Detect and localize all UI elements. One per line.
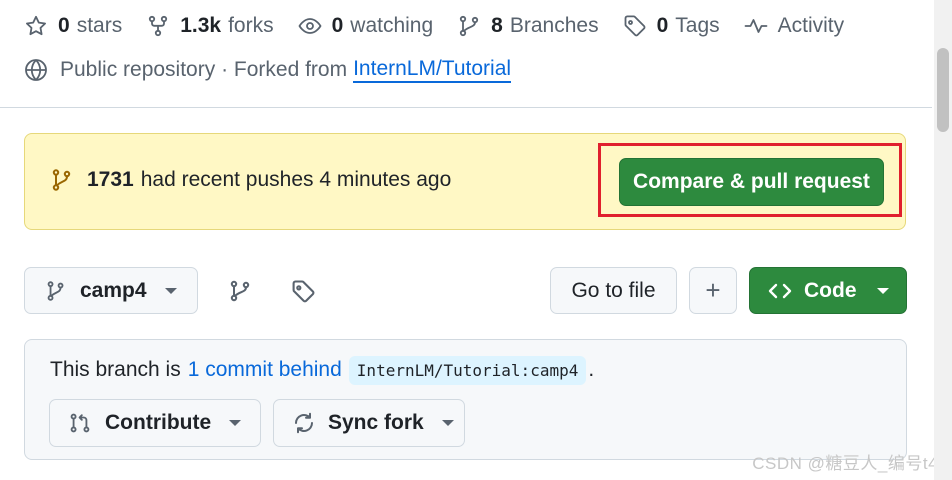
stars-label: stars: [76, 14, 123, 37]
pushed-branch-name: 1731: [87, 168, 134, 191]
forks-count: 1.3k: [180, 14, 222, 37]
pulse-icon: [744, 19, 768, 33]
watching-stat[interactable]: 0 watching: [298, 14, 434, 38]
sync-fork-label: Sync fork: [328, 411, 424, 434]
branches-label: Branches: [509, 14, 599, 37]
code-button-label: Code: [804, 278, 857, 302]
chevron-down-icon: [164, 287, 177, 294]
activity-label: Activity: [777, 14, 845, 37]
tags-count: 0: [656, 14, 669, 37]
contribute-button[interactable]: Contribute: [49, 399, 261, 447]
code-button[interactable]: Code: [749, 267, 907, 314]
branch-status-panel: This branch is 1 commit behind InternLM/…: [24, 339, 907, 460]
commits-behind-link[interactable]: 1 commit behind: [188, 358, 342, 382]
repo-visibility-row: Public repository · Forked from InternLM…: [24, 52, 512, 88]
chevron-down-icon: [441, 420, 454, 426]
current-branch-label: camp4: [80, 278, 147, 302]
branch-status-prefix: This branch is: [50, 358, 181, 381]
repo-stats-row: 0 stars 1.3k forks 0 watching 8 Branches: [24, 8, 868, 44]
compare-pull-request-button[interactable]: Compare & pull request: [619, 158, 884, 206]
forks-stat[interactable]: 1.3k forks: [146, 14, 274, 38]
activity-stat[interactable]: Activity: [744, 14, 845, 38]
sync-fork-button[interactable]: Sync fork: [273, 399, 465, 447]
tag-icon[interactable]: [291, 279, 316, 304]
branch-icon: [460, 15, 479, 37]
forks-label: forks: [228, 14, 274, 37]
watching-label: watching: [350, 14, 434, 37]
stars-count: 0: [58, 14, 70, 37]
branches-stat[interactable]: 8 Branches: [457, 14, 599, 38]
upstream-ref-badge: InternLM/Tutorial:camp4: [348, 355, 587, 385]
branches-icon[interactable]: [228, 278, 252, 304]
watermark: CSDN @糖豆人_编号t41: [752, 454, 948, 473]
chevron-down-icon: [876, 287, 889, 294]
header-divider: [0, 107, 932, 108]
watching-count: 0: [331, 14, 344, 37]
vertical-scrollbar[interactable]: [934, 0, 952, 480]
chevron-down-icon: [229, 420, 242, 426]
sync-icon: [295, 412, 313, 434]
tags-label: Tags: [675, 14, 720, 37]
forked-from-link[interactable]: InternLM/Tutorial: [353, 57, 512, 83]
plus-icon: +: [705, 275, 721, 305]
tags-stat[interactable]: 0 Tags: [623, 14, 720, 38]
star-icon: [26, 15, 46, 36]
branch-icon: [47, 280, 64, 301]
branch-selector-button[interactable]: camp4: [24, 267, 198, 314]
tag-icon: [624, 15, 645, 37]
code-icon: [768, 283, 792, 298]
scrollbar-thumb[interactable]: [937, 48, 949, 132]
branch-status-suffix: .: [588, 358, 595, 381]
visibility-text: Public repository · Forked from: [60, 58, 348, 81]
branch-behind-status: This branch is 1 commit behind InternLM/…: [50, 354, 594, 386]
globe-icon: [25, 59, 47, 81]
add-file-button[interactable]: +: [689, 267, 737, 314]
repo-page: 0 stars 1.3k forks 0 watching 8 Branches: [0, 0, 952, 480]
recent-pushes-banner: 1731 had recent pushes 4 minutes ago Com…: [24, 133, 906, 230]
pushes-text: had recent pushes 4 minutes ago: [140, 168, 452, 191]
branches-count: 8: [491, 14, 503, 37]
branch-icon: [52, 169, 71, 191]
go-to-file-label: Go to file: [571, 278, 656, 302]
stars-stat[interactable]: 0 stars: [24, 14, 122, 38]
recent-pushes-message: 1731 had recent pushes 4 minutes ago: [51, 168, 451, 192]
eye-icon: [298, 18, 321, 34]
fork-icon: [149, 15, 168, 37]
go-to-file-button[interactable]: Go to file: [550, 267, 677, 314]
contribute-label: Contribute: [105, 411, 212, 434]
pull-request-icon: [70, 413, 90, 433]
